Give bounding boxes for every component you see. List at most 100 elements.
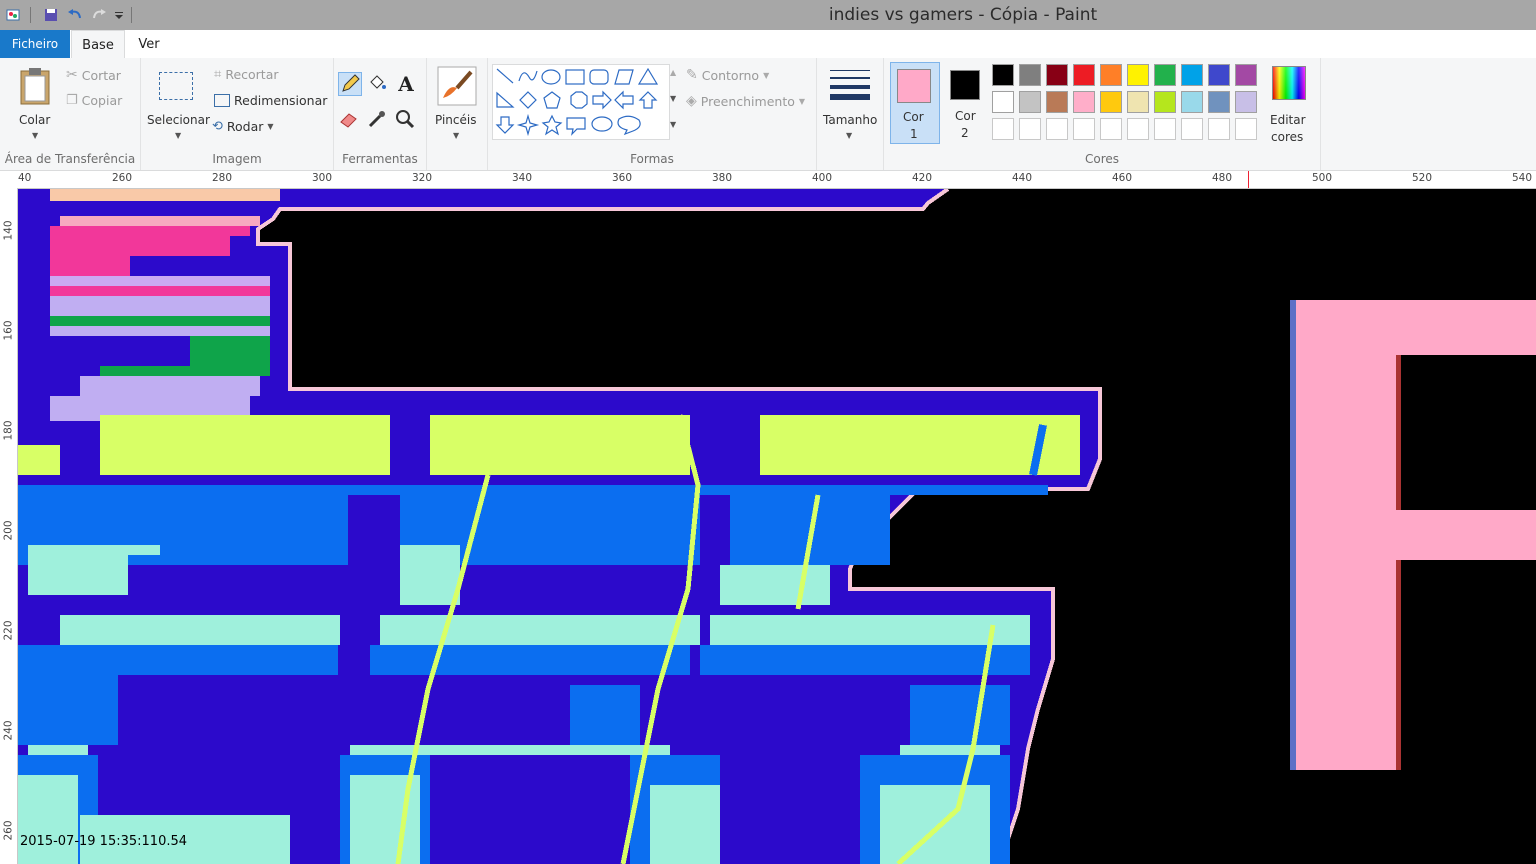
ruler-tick-label: 40 <box>18 172 32 184</box>
color1-number: 1 <box>910 127 918 141</box>
custom-color-slot[interactable] <box>1046 118 1068 140</box>
custom-color-slot[interactable] <box>1154 118 1176 140</box>
color2-button[interactable]: Cor 2 <box>944 62 988 144</box>
palette-swatch[interactable] <box>1127 91 1149 113</box>
brushes-group: Pincéis ▼ <box>427 58 488 170</box>
color2-label: Cor <box>955 109 976 123</box>
eraser-tool[interactable] <box>338 108 362 132</box>
palette-swatch[interactable] <box>1073 64 1095 86</box>
select-label: Selecionar <box>147 113 210 127</box>
chevron-down-icon: ▼ <box>32 131 39 140</box>
palette-swatch[interactable] <box>1208 91 1230 113</box>
crop-icon: ⌗ <box>214 67 222 82</box>
custom-color-slot[interactable] <box>1019 118 1041 140</box>
fill-label: Preenchimento <box>700 93 795 109</box>
palette-swatch[interactable] <box>1235 91 1257 113</box>
drawing-canvas[interactable] <box>18 189 1536 864</box>
palette-swatch[interactable] <box>1127 64 1149 86</box>
tab-view[interactable]: Ver <box>127 30 171 59</box>
clipboard-group: Colar ▼ ✂ Cortar ❐ Copiar Área de Transf… <box>0 58 141 170</box>
brushes-label: Pincéis <box>435 113 477 127</box>
cut-label: Cortar <box>81 67 121 83</box>
fill-tool[interactable] <box>366 72 390 96</box>
custom-color-slot[interactable] <box>1235 118 1257 140</box>
color-spectrum-icon <box>1272 66 1306 100</box>
size-button[interactable]: Tamanho ▼ <box>821 62 879 144</box>
scissors-icon: ✂ <box>66 67 78 83</box>
text-tool[interactable]: A <box>394 72 418 96</box>
paste-button[interactable]: Colar ▼ <box>6 62 62 144</box>
resize-icon <box>214 94 230 107</box>
fill-button[interactable]: ◈ Preenchimento ▼ <box>686 93 805 109</box>
image-group-label: Imagem <box>212 152 262 166</box>
cut-button[interactable]: ✂ Cortar <box>66 67 121 83</box>
ruler-tick-label: 500 <box>1312 172 1333 184</box>
shapes-gallery[interactable] <box>492 64 670 140</box>
copy-button[interactable]: ❐ Copiar <box>66 93 122 108</box>
palette-swatch[interactable] <box>1181 64 1203 86</box>
custom-color-slot[interactable] <box>1181 118 1203 140</box>
chevron-down-icon: ▼ <box>453 131 460 140</box>
palette-swatch[interactable] <box>1208 64 1230 86</box>
color1-button[interactable]: Cor 1 <box>890 62 940 144</box>
window-title: indies vs gamers - Cópia - Paint <box>828 5 1098 25</box>
resize-button[interactable]: Redimensionar <box>214 93 327 108</box>
tab-file[interactable]: Ficheiro <box>0 30 70 58</box>
tools-group: A Ferramentas <box>334 58 427 170</box>
crop-button[interactable]: ⌗ Recortar <box>214 67 279 82</box>
text-a-icon: A <box>398 72 414 96</box>
brushes-button[interactable]: Pincéis ▼ <box>431 62 483 144</box>
ruler-tick-label: 140 <box>2 220 15 241</box>
palette-swatch[interactable] <box>1181 91 1203 113</box>
colors-group: Cor 1 Cor 2 Editar cores Cores <box>884 58 1321 170</box>
color-palette <box>992 64 1264 148</box>
custom-color-slot[interactable] <box>1073 118 1095 140</box>
tab-home[interactable]: Base <box>71 30 125 60</box>
pencil-tool[interactable] <box>338 72 362 96</box>
size-label: Tamanho <box>823 113 878 127</box>
palette-swatch[interactable] <box>992 64 1014 86</box>
color1-label: Cor <box>903 110 924 124</box>
custom-color-slot[interactable] <box>1127 118 1149 140</box>
ruler-tick-label: 520 <box>1412 172 1433 184</box>
chevron-down-icon: ▼ <box>175 131 182 140</box>
ribbon: Colar ▼ ✂ Cortar ❐ Copiar Área de Transf… <box>0 58 1536 171</box>
chevron-down-icon: ▼ <box>267 122 274 131</box>
ribbon-tabs: Ficheiro Base Ver <box>0 30 1536 60</box>
chevron-down-icon: ▼ <box>763 70 770 80</box>
palette-swatch[interactable] <box>1235 64 1257 86</box>
selection-icon <box>159 72 193 100</box>
magnifier-tool[interactable] <box>394 108 418 132</box>
custom-color-slot[interactable] <box>992 118 1014 140</box>
palette-swatch[interactable] <box>1154 91 1176 113</box>
ruler-tick-label: 160 <box>2 320 15 341</box>
custom-color-slot[interactable] <box>1100 118 1122 140</box>
palette-swatch[interactable] <box>1100 91 1122 113</box>
edit-colors-label-1: Editar <box>1270 113 1306 127</box>
edit-colors-button[interactable]: Editar cores <box>1266 62 1316 144</box>
edit-colors-label-2: cores <box>1271 130 1304 144</box>
custom-color-slot[interactable] <box>1208 118 1230 140</box>
palette-swatch[interactable] <box>992 91 1014 113</box>
shapes-scroll[interactable]: ▲ ▼ ▼ <box>668 64 680 138</box>
shapes-gallery-icons <box>495 67 659 137</box>
horizontal-ruler: 40 260 280 300 320 340 360 380 400 420 440 460 480 50… <box>0 171 1536 189</box>
ruler-tick-label: 320 <box>412 172 433 184</box>
select-button[interactable]: Selecionar ▼ <box>145 62 210 144</box>
palette-swatch[interactable] <box>1019 91 1041 113</box>
palette-swatch[interactable] <box>1046 64 1068 86</box>
cursor-position-marker <box>1248 171 1249 188</box>
ruler-tick-label: 420 <box>912 172 933 184</box>
brush-icon <box>437 66 477 106</box>
palette-swatch[interactable] <box>1154 64 1176 86</box>
rotate-button[interactable]: ⟲ Rodar ▼ <box>212 119 274 134</box>
clipboard-icon <box>20 68 50 105</box>
palette-swatch[interactable] <box>1046 91 1068 113</box>
palette-swatch[interactable] <box>1019 64 1041 86</box>
palette-swatch[interactable] <box>1073 91 1095 113</box>
outline-button[interactable]: ✎ Contorno ▼ <box>686 67 769 83</box>
magnifier-icon <box>396 110 415 129</box>
palette-swatch[interactable] <box>1100 64 1122 86</box>
ruler-tick-label: 380 <box>712 172 733 184</box>
color-picker-tool[interactable] <box>366 108 390 132</box>
